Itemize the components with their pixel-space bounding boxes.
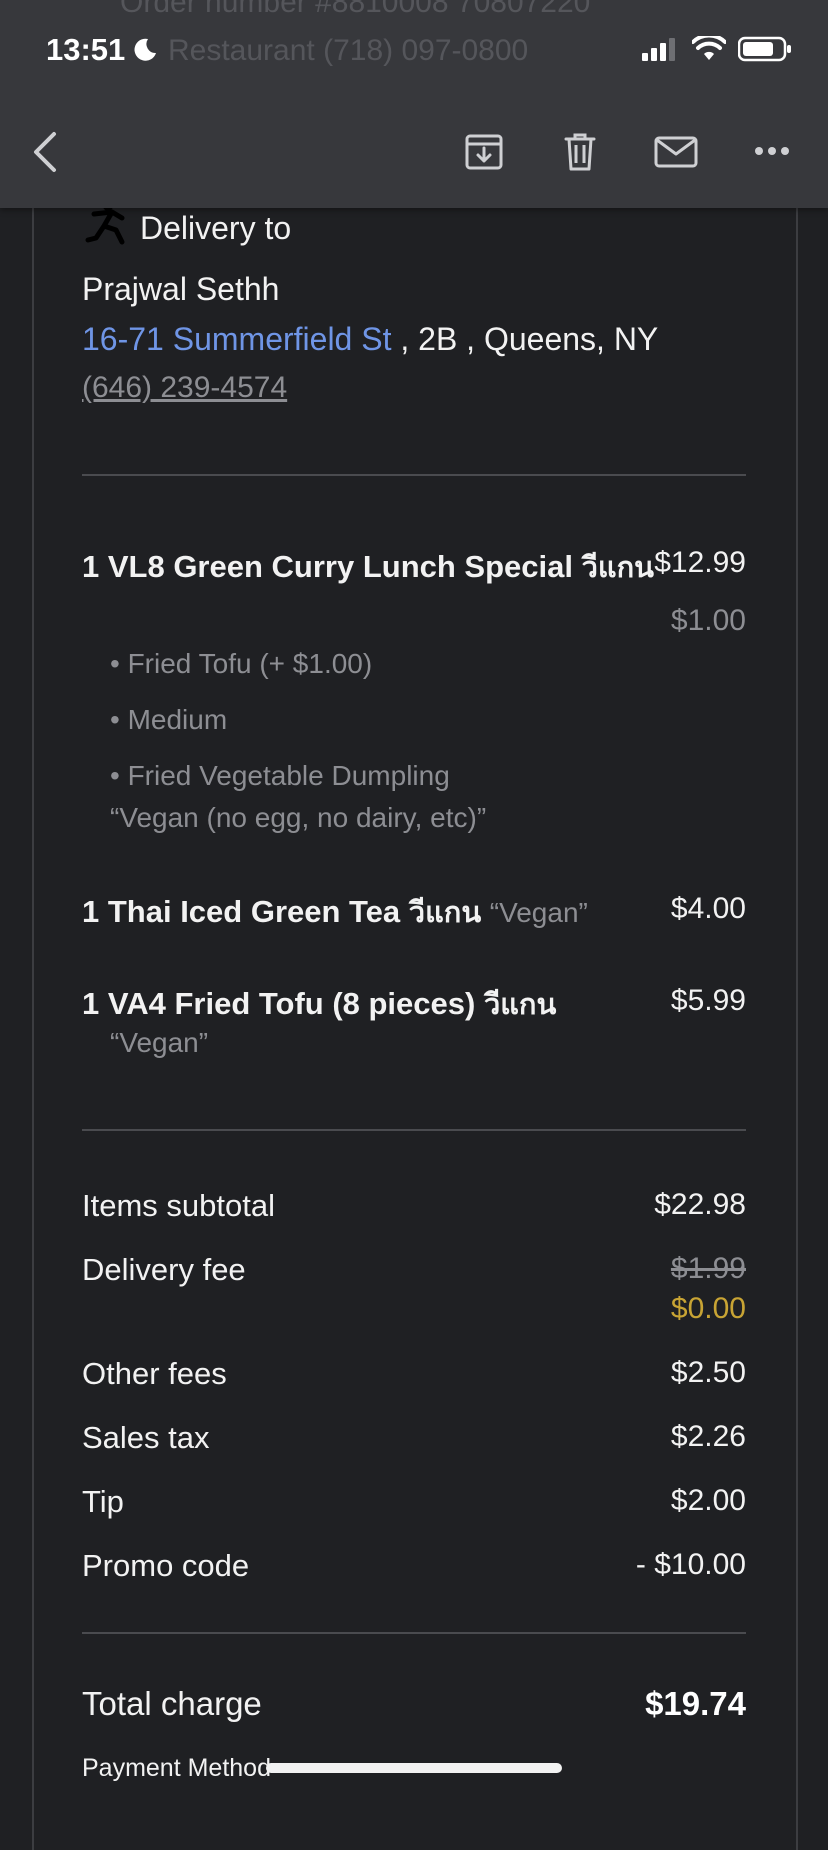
total-charge-label: Total charge bbox=[82, 1685, 262, 1722]
status-indicators bbox=[640, 36, 792, 62]
ghost-restaurant-phone: Restaurant (718) 097-0800 bbox=[168, 34, 529, 67]
delivery-to-heading: Delivery to bbox=[140, 210, 292, 246]
recipient-phone-link[interactable]: (646) 239-4574 bbox=[82, 371, 287, 405]
subtotal-label: Items subtotal bbox=[82, 1188, 275, 1223]
item-3-price: $5.99 bbox=[670, 984, 746, 1017]
item-3-note: “Vegan” bbox=[110, 1027, 209, 1058]
moon-icon bbox=[134, 38, 156, 61]
top-navigation-bar: Order number #8810008 70807220 Restauran… bbox=[0, 0, 828, 208]
other-fees-value: $2.50 bbox=[670, 1356, 746, 1389]
divider bbox=[82, 1632, 746, 1634]
item-1-option-1: • Fried Tofu (+ $1.00) bbox=[110, 648, 373, 679]
delivery-fee-discounted: $0.00 bbox=[670, 1292, 746, 1325]
promo-code-value: - $10.00 bbox=[635, 1548, 746, 1581]
subtotal-value: $22.98 bbox=[654, 1188, 746, 1221]
item-1-note: “Vegan (no egg, no dairy, etc)” bbox=[110, 802, 487, 833]
promo-code-label: Promo code bbox=[82, 1548, 250, 1583]
item-3-thai-label: วีแกน bbox=[483, 987, 557, 1021]
item-2-name: 1 Thai Iced Green Tea bbox=[82, 894, 401, 929]
signal-icon bbox=[642, 38, 675, 61]
item-1-title: 1 VL8 Green Curry Lunch Special วีแกน bbox=[82, 544, 654, 590]
item-1-option-3: • Fried Vegetable Dumpling bbox=[110, 760, 450, 791]
item-3-name: 1 VA4 Fried Tofu (8 pieces) bbox=[82, 986, 476, 1021]
recipient-name: Prajwal Sethh bbox=[82, 271, 280, 307]
item-1-extra-price: $1.00 bbox=[670, 604, 746, 637]
sales-tax-label: Sales tax bbox=[82, 1420, 210, 1455]
home-indicator[interactable] bbox=[266, 1763, 562, 1773]
item-2-title: 1 Thai Iced Green Tea วีแกน “Vegan” bbox=[82, 889, 588, 935]
sales-tax-value: $2.26 bbox=[670, 1420, 746, 1453]
status-time: 13:51 bbox=[46, 32, 126, 67]
wifi-icon bbox=[692, 36, 726, 60]
item-2-note: “Vegan” bbox=[489, 897, 588, 928]
address-unit-city: , 2B , Queens, NY bbox=[391, 321, 659, 357]
item-1-price: $12.99 bbox=[654, 546, 746, 579]
divider bbox=[82, 474, 746, 476]
tip-value: $2.00 bbox=[670, 1484, 746, 1517]
item-1-thai-label: วีแกน bbox=[581, 550, 654, 584]
tip-label: Tip bbox=[82, 1484, 124, 1519]
street-address-link[interactable]: 16-71 Summerfield St bbox=[82, 321, 391, 357]
item-1-name: 1 VL8 Green Curry Lunch Special bbox=[82, 549, 573, 584]
more-options-icon[interactable] bbox=[754, 146, 790, 156]
item-1-option-2: • Medium bbox=[110, 704, 228, 735]
delivery-fee-original: $1.99 bbox=[670, 1252, 746, 1285]
archive-icon[interactable] bbox=[464, 133, 504, 171]
payment-method-label: Payment Method bbox=[82, 1754, 271, 1782]
mail-icon[interactable] bbox=[654, 136, 698, 168]
total-charge-value: $19.74 bbox=[645, 1685, 746, 1722]
item-2-thai-label: วีแกน bbox=[408, 895, 482, 929]
other-fees-label: Other fees bbox=[82, 1356, 227, 1391]
ghost-order-number: Order number #8810008 70807220 bbox=[120, 0, 591, 19]
divider bbox=[82, 1129, 746, 1131]
back-chevron-icon[interactable] bbox=[30, 130, 60, 174]
trash-icon[interactable] bbox=[564, 132, 596, 172]
delivery-address: 16-71 Summerfield St , 2B , Queens, NY bbox=[82, 321, 658, 358]
battery-icon bbox=[738, 36, 791, 62]
item-2-price: $4.00 bbox=[670, 892, 746, 925]
item-3-title: 1 VA4 Fried Tofu (8 pieces) วีแกน bbox=[82, 981, 556, 1027]
delivery-fee-label: Delivery fee bbox=[82, 1252, 246, 1287]
